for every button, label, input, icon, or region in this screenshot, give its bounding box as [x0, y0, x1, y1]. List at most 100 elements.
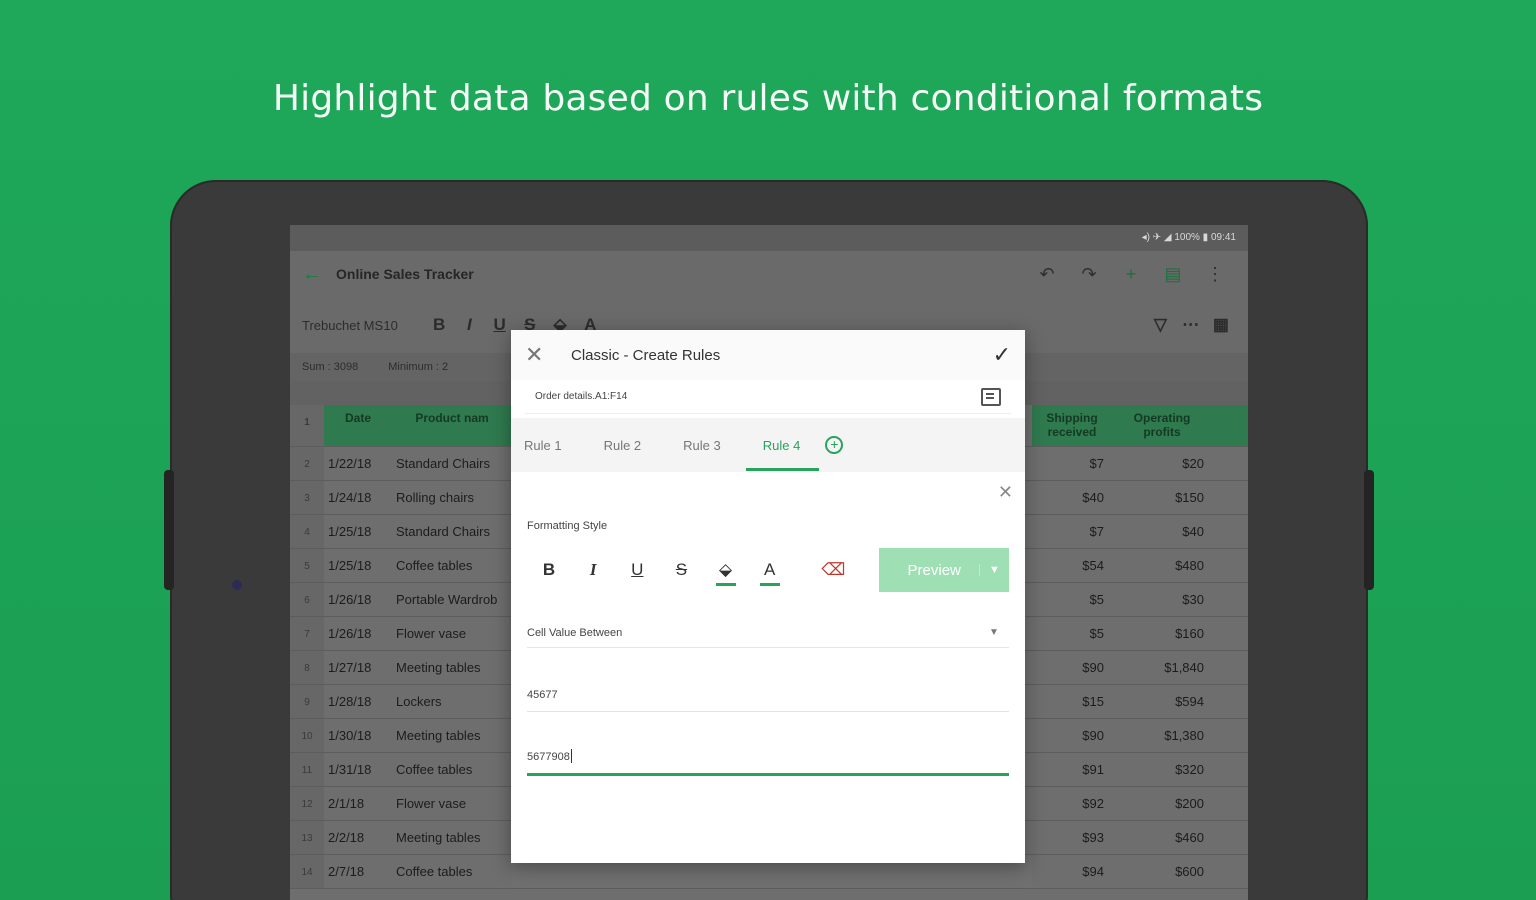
- clear-format-icon[interactable]: ⌫: [811, 560, 855, 580]
- strikethrough-style-button[interactable]: S: [659, 560, 703, 580]
- cell-shipping[interactable]: $90: [1032, 719, 1112, 752]
- cell-shipping[interactable]: $54: [1032, 549, 1112, 582]
- add-rule-icon[interactable]: +: [825, 436, 844, 454]
- cell-date[interactable]: 1/26/18: [324, 617, 392, 650]
- cell-date[interactable]: 2/7/18: [324, 855, 392, 888]
- cell-product[interactable]: Coffee tables: [392, 549, 512, 582]
- cell-shipping[interactable]: $91: [1032, 753, 1112, 786]
- fill-color-style-icon[interactable]: ⬙: [704, 560, 748, 586]
- cell-profit[interactable]: $200: [1112, 787, 1212, 820]
- row-number: 6: [290, 583, 324, 616]
- preview-dropdown-icon[interactable]: ▼: [978, 564, 1009, 576]
- cell-date[interactable]: 2/2/18: [324, 821, 392, 854]
- cell-product[interactable]: Meeting tables: [392, 719, 512, 752]
- tablet-side-button: [1364, 470, 1374, 590]
- tab-rule-2[interactable]: Rule 2: [601, 420, 645, 471]
- cell-product[interactable]: Meeting tables: [392, 821, 512, 854]
- italic-button[interactable]: I: [454, 315, 484, 335]
- cell-profit[interactable]: $30: [1112, 583, 1212, 616]
- range-picker-icon[interactable]: [981, 387, 1001, 406]
- cell-product[interactable]: Portable Wardrob: [392, 583, 512, 616]
- header-product[interactable]: Product nam: [392, 405, 512, 446]
- condition-select[interactable]: Cell Value Between ▼: [527, 618, 1009, 648]
- row-number: 4: [290, 515, 324, 548]
- close-icon[interactable]: ✕: [525, 342, 571, 368]
- cell-date[interactable]: 1/28/18: [324, 685, 392, 718]
- cell-product[interactable]: Coffee tables: [392, 855, 512, 888]
- tab-rule-3[interactable]: Rule 3: [680, 420, 724, 471]
- style-buttons: B I U S ⬙ A ⌫ Preview ▼: [527, 548, 1009, 592]
- preview-button[interactable]: Preview ▼: [879, 548, 1009, 592]
- cell-profit[interactable]: $150: [1112, 481, 1212, 514]
- cell-date[interactable]: 2/1/18: [324, 787, 392, 820]
- font-color-style-icon[interactable]: A: [748, 560, 792, 586]
- italic-style-button[interactable]: I: [571, 560, 615, 580]
- cell-profit[interactable]: $600: [1112, 855, 1212, 888]
- cell-shipping[interactable]: $5: [1032, 583, 1112, 616]
- redo-icon[interactable]: ↷: [1068, 264, 1110, 285]
- font-size-select[interactable]: 10: [383, 318, 424, 333]
- cell-product[interactable]: Rolling chairs: [392, 481, 512, 514]
- add-icon[interactable]: +: [1110, 264, 1152, 285]
- cell-date[interactable]: 1/25/18: [324, 515, 392, 548]
- cell-shipping[interactable]: $93: [1032, 821, 1112, 854]
- bold-button[interactable]: B: [424, 315, 454, 335]
- cell-shipping[interactable]: $15: [1032, 685, 1112, 718]
- cell-shipping[interactable]: $40: [1032, 481, 1112, 514]
- confirm-check-icon[interactable]: ✓: [993, 342, 1011, 368]
- row-number: 12: [290, 787, 324, 820]
- document-title: Online Sales Tracker: [336, 266, 474, 282]
- tab-rule-4[interactable]: Rule 4: [745, 420, 819, 471]
- row-number: 11: [290, 753, 324, 786]
- header-date[interactable]: Date: [324, 405, 392, 446]
- delete-rule-icon[interactable]: ✕: [998, 482, 1013, 503]
- cell-shipping[interactable]: $7: [1032, 515, 1112, 548]
- cell-date[interactable]: 1/25/18: [324, 549, 392, 582]
- condition-value: Cell Value Between: [527, 626, 623, 639]
- cell-profit[interactable]: $40: [1112, 515, 1212, 548]
- cell-profit[interactable]: $160: [1112, 617, 1212, 650]
- cell-product[interactable]: Flower vase: [392, 617, 512, 650]
- cell-date[interactable]: 1/22/18: [324, 447, 392, 480]
- cell-profit[interactable]: $460: [1112, 821, 1212, 854]
- more-icon[interactable]: ⋮: [1194, 264, 1236, 285]
- cell-date[interactable]: 1/31/18: [324, 753, 392, 786]
- cell-date[interactable]: 1/30/18: [324, 719, 392, 752]
- cell-profit[interactable]: $1,840: [1112, 651, 1212, 684]
- cell-shipping[interactable]: $92: [1032, 787, 1112, 820]
- cell-product[interactable]: Flower vase: [392, 787, 512, 820]
- header-profits[interactable]: Operating profits: [1112, 405, 1212, 446]
- cell-shipping[interactable]: $7: [1032, 447, 1112, 480]
- cell-date[interactable]: 1/27/18: [324, 651, 392, 684]
- table-icon[interactable]: ▦: [1206, 315, 1236, 335]
- header-shipping[interactable]: Shipping received: [1032, 405, 1112, 446]
- cell-product[interactable]: Coffee tables: [392, 753, 512, 786]
- cell-shipping[interactable]: $5: [1032, 617, 1112, 650]
- range-input[interactable]: Order details.A1:F14: [525, 380, 1011, 414]
- cell-shipping[interactable]: $94: [1032, 855, 1112, 888]
- bold-style-button[interactable]: B: [527, 560, 571, 580]
- format-icon[interactable]: ▤: [1152, 264, 1194, 285]
- undo-icon[interactable]: ↶: [1026, 264, 1068, 285]
- cell-profit[interactable]: $594: [1112, 685, 1212, 718]
- create-rules-dialog: ✕ Classic - Create Rules ✓ Order details…: [511, 330, 1025, 863]
- underline-style-button[interactable]: U: [615, 560, 659, 580]
- cell-shipping[interactable]: $90: [1032, 651, 1112, 684]
- cell-profit[interactable]: $320: [1112, 753, 1212, 786]
- cell-product[interactable]: Meeting tables: [392, 651, 512, 684]
- back-arrow-icon[interactable]: ←: [302, 263, 336, 286]
- filter-icon[interactable]: ▽: [1145, 315, 1175, 335]
- cell-product[interactable]: Standard Chairs: [392, 447, 512, 480]
- cell-product[interactable]: Lockers: [392, 685, 512, 718]
- cell-profit[interactable]: $20: [1112, 447, 1212, 480]
- cell-date[interactable]: 1/26/18: [324, 583, 392, 616]
- cell-date[interactable]: 1/24/18: [324, 481, 392, 514]
- value1-field[interactable]: 45677: [527, 668, 1009, 712]
- cell-profit[interactable]: $480: [1112, 549, 1212, 582]
- tab-rule-1[interactable]: Rule 1: [521, 420, 565, 471]
- value2-field[interactable]: 5677908: [527, 732, 1009, 776]
- cell-profit[interactable]: $1,380: [1112, 719, 1212, 752]
- number-format-icon[interactable]: ⋯: [1176, 315, 1206, 335]
- cell-product[interactable]: Standard Chairs: [392, 515, 512, 548]
- font-family-select[interactable]: Trebuchet MS: [302, 318, 383, 333]
